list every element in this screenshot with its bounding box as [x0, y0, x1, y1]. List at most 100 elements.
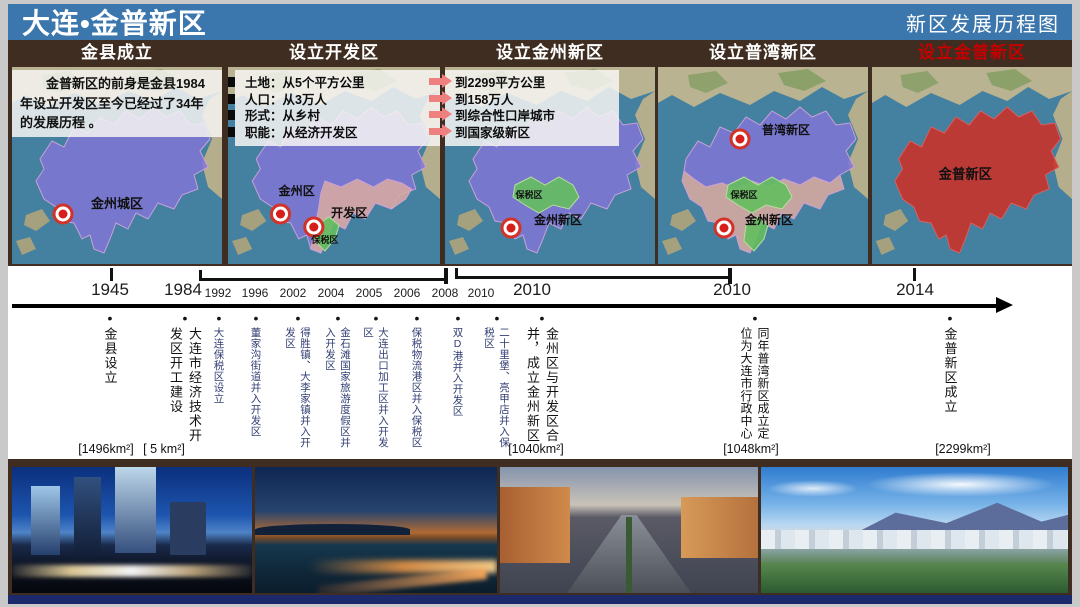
- info-line: 到国家级新区: [455, 125, 613, 142]
- header-bar: 大连•金普新区 新区发展历程图: [8, 4, 1072, 40]
- page-subtitle: 新区发展历程图: [906, 8, 1072, 37]
- region-label: 金普新区: [938, 166, 993, 182]
- stage-label-3: 设立金州新区: [445, 40, 655, 66]
- year-label: 1945: [91, 280, 129, 300]
- year-label: 2010: [468, 286, 495, 300]
- location-marker-icon: [54, 205, 72, 223]
- photo-sunset-boulevard: [500, 467, 758, 593]
- info-line: 人口：从3万人: [245, 92, 434, 109]
- milestone-text: 金普新区成立: [941, 327, 960, 444]
- info-box-map-3: 到2299平方公里到158万人到综合性口岸城市到国家级新区: [445, 70, 619, 146]
- year-label: 2014: [896, 280, 934, 300]
- year-label: 1984: [164, 280, 202, 300]
- stage-label-5: 设立金普新区: [872, 40, 1072, 66]
- milestone-dot-icon: •: [254, 312, 259, 324]
- timeline-section: 1945198419921996200220042005200620082010…: [8, 266, 1072, 459]
- year-label: 1992: [205, 286, 232, 300]
- region-label: 金州新区: [744, 212, 793, 227]
- milestone-item: •同年普湾新区成立定位为大连市行政中心: [738, 312, 772, 440]
- bullet-square-icon: [228, 127, 235, 137]
- milestone-text: 双D港并入开发区: [451, 327, 466, 449]
- milestone-dot-icon: •: [108, 312, 113, 324]
- bullet-square-icon: [228, 77, 235, 87]
- region-label: 保税区: [310, 234, 338, 245]
- region-label: 保税区: [514, 189, 542, 200]
- location-marker-icon: [305, 218, 323, 236]
- milestone-text: 大连出口加工区并入开发区: [361, 327, 391, 449]
- info-line: 土地：从5个平方公里: [245, 75, 434, 92]
- stage-label-2: 设立开发区: [228, 40, 440, 66]
- milestone-text: 大连保税区设立: [212, 327, 227, 449]
- milestone-text: 二十里堡、亮甲店并入保税区: [482, 327, 512, 449]
- photo-daytime-cityscape: [761, 467, 1068, 593]
- transition-arrow-icon: [429, 78, 442, 85]
- milestone-text: 董家沟街道并入开发区: [249, 327, 264, 449]
- stage-label-4: 设立普湾新区: [658, 40, 868, 66]
- year-label: 2005: [356, 286, 383, 300]
- milestone-text: 保税物流港区并入保税区: [410, 327, 425, 449]
- satellite-map-2: 金州区开发区保税区 土地：从5个平方公里人口：从3万人形式：从乡村职能：从经济开发…: [228, 67, 440, 264]
- bracket-a-right: [444, 268, 448, 284]
- year-label: 2010: [713, 280, 751, 300]
- region-label: 开发区: [331, 205, 367, 220]
- milestone-dot-icon: •: [456, 312, 461, 324]
- intro-note: 金普新区的前身是金县1984年设立开发区至今已经过了34年的发展历程 。: [12, 70, 222, 137]
- photos-band: [8, 459, 1072, 595]
- year-label: 2010: [513, 280, 551, 300]
- transition-arrow-icon: [429, 128, 442, 135]
- milestone-item: • 双D港并入开发区: [451, 312, 466, 449]
- info-box-map-2: 土地：从5个平方公里人口：从3万人形式：从乡村职能：从经济开发区: [235, 70, 440, 146]
- location-marker-icon: [731, 130, 749, 148]
- location-marker-icon: [271, 205, 289, 223]
- milestone-item: • 金州区与开发区合并，成立金州新区: [523, 312, 561, 444]
- timeline-arrowhead-icon: [996, 297, 1013, 313]
- milestone-text: 同年普湾新区成立定位为大连市行政中心: [738, 327, 772, 440]
- transition-arrow-icon: [429, 95, 442, 102]
- year-label: 1996: [242, 286, 269, 300]
- milestone-text: 金州区与开发区合并，成立金州新区: [523, 327, 561, 444]
- bullet-square-icon: [228, 94, 235, 104]
- milestone-item: • 大连市经济技术开发区开工建设: [166, 312, 204, 444]
- milestone-item: • 大连出口加工区并入开发区: [361, 312, 391, 449]
- bracket-b: [455, 276, 731, 279]
- milestone-text: 大连市经济技术开发区开工建设: [166, 327, 204, 444]
- milestone-dot-icon: •: [217, 312, 222, 324]
- milestone-item: • 保税物流港区并入保税区: [410, 312, 425, 449]
- milestone-text: 金石滩国家旅游度假区并入开发区: [323, 327, 353, 449]
- region-label: 金州区: [277, 183, 314, 198]
- region-label: 普湾新区: [762, 122, 810, 137]
- bracket-a: [199, 278, 447, 281]
- region-label: 金州新区: [533, 212, 582, 227]
- milestone-dot-icon: •: [183, 312, 188, 324]
- satellite-map-4: 普湾新区保税区金州新区: [658, 67, 868, 264]
- region-label: 保税区: [729, 189, 757, 200]
- maps-section: 金县成立设立开发区设立金州新区设立普湾新区设立金普新区 金州城区金普新区的前身是…: [8, 40, 1072, 266]
- region-label: 金州城区: [90, 196, 143, 211]
- year-label: 2008: [432, 286, 459, 300]
- milestone-dot-icon: •: [415, 312, 420, 324]
- satellite-map-5: 金普新区: [872, 67, 1072, 264]
- year-label: 2004: [318, 286, 345, 300]
- milestone-dot-icon: •: [540, 312, 545, 324]
- photo-dusk-coastal-highway: [255, 467, 497, 593]
- bullet-square-icon: [228, 110, 235, 120]
- satellite-map-1: 金州城区 金普新区的前身是金县1984年设立开发区至今已经过了34年的发展历程 。: [12, 67, 222, 264]
- info-line: 形式：从乡村: [245, 108, 434, 125]
- location-marker-icon: [715, 219, 733, 237]
- info-line: 到158万人: [455, 92, 613, 109]
- milestone-dot-icon: •: [374, 312, 379, 324]
- photo-night-city-skyline: [12, 467, 252, 593]
- timeline-axis: [12, 304, 998, 308]
- milestone-item: •得胜镇、大李家镇并入开发区: [283, 312, 313, 449]
- location-marker-icon: [502, 219, 520, 237]
- slide: 大连•金普新区 新区发展历程图 金县成立设立开发区设立金州新区设立普湾新区设立金…: [0, 0, 1080, 607]
- milestone-item: • 大连保税区设立: [212, 312, 227, 449]
- milestone-text: 金县设立: [101, 327, 120, 444]
- year-label: 2006: [394, 286, 421, 300]
- area-size-label: [2299km²]: [935, 442, 991, 456]
- milestone-item: • 董家沟街道并入开发区: [249, 312, 264, 449]
- milestone-dot-icon: •: [948, 312, 953, 324]
- info-line: 职能：从经济开发区: [245, 125, 434, 142]
- area-size-label: [ 5 km²]: [143, 442, 185, 456]
- transition-arrow-icon: [429, 111, 442, 118]
